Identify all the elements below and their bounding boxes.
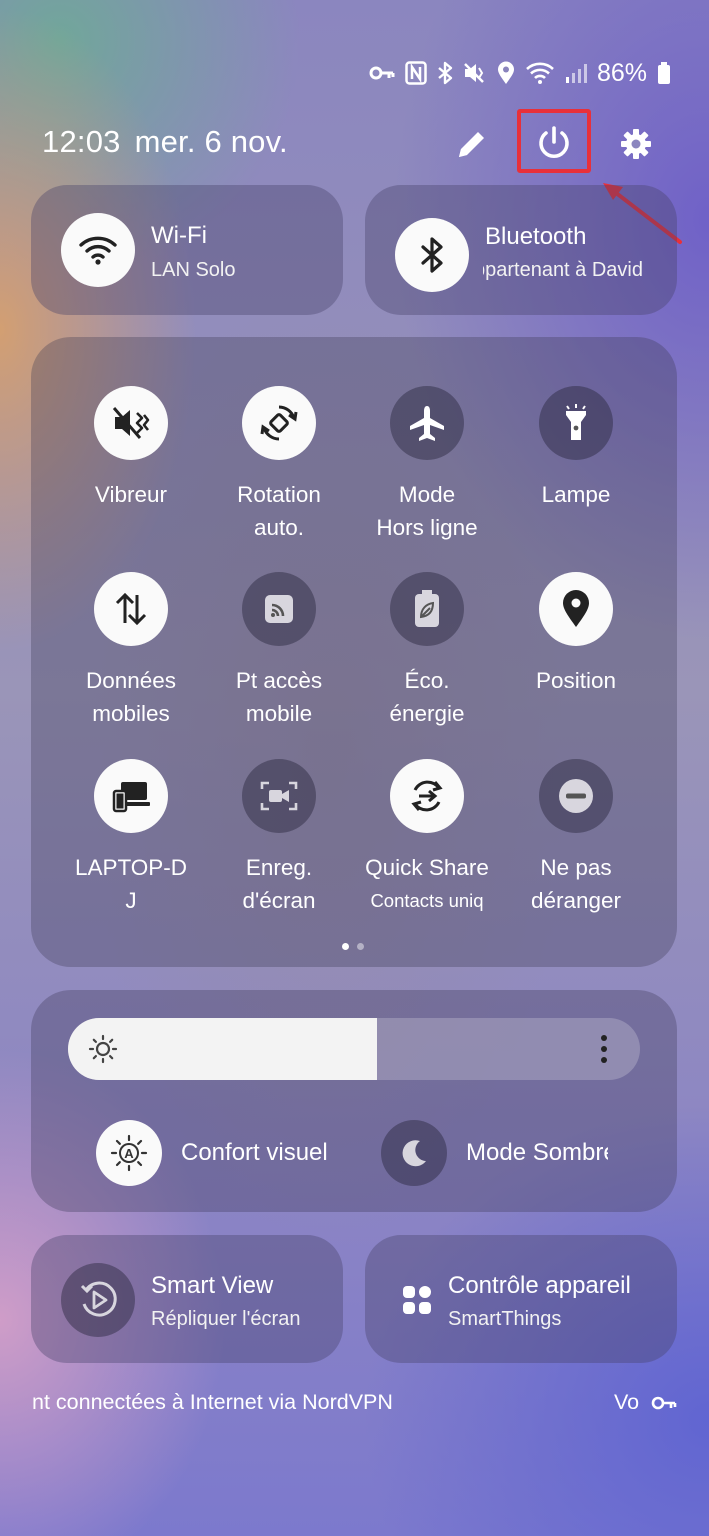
vibrate-toggle[interactable] — [94, 386, 168, 460]
device-control-subtitle: SmartThings — [448, 1308, 562, 1330]
date-time: 12:03 mer. 6 nov. — [42, 124, 288, 160]
qs-label: LAPTOP-D J — [74, 855, 188, 913]
power-button[interactable] — [528, 117, 580, 169]
dnd-toggle[interactable] — [539, 759, 613, 833]
smart-view-tile[interactable]: Smart View Répliquer l'écran — [31, 1235, 343, 1363]
dark-mode-label: Mode Sombre — [466, 1139, 608, 1166]
qs-label: Données mobiles — [85, 668, 177, 726]
dark-mode-toggle[interactable] — [381, 1120, 447, 1186]
brightness-slider[interactable] — [68, 1018, 640, 1080]
bluetooth-title: Bluetooth — [485, 223, 587, 250]
moon-icon — [402, 1140, 426, 1167]
flashlight-toggle[interactable] — [539, 386, 613, 460]
vpn-status-text: nt connectées à Internet via NordVPN — [32, 1390, 393, 1414]
eye-comfort-icon: A — [110, 1134, 148, 1172]
bluetooth-icon — [438, 61, 453, 85]
devices-toggle[interactable] — [94, 759, 168, 833]
device-control-title: Contrôle appareil — [448, 1272, 631, 1299]
vpn-key-icon — [369, 66, 395, 80]
quick-share-toggle[interactable] — [390, 759, 464, 833]
wifi-title: Wi-Fi — [151, 222, 207, 249]
display-panel: A Confort visuel Mode Sombre — [31, 990, 677, 1212]
svg-text:A: A — [124, 1146, 134, 1161]
gear-icon — [621, 129, 651, 159]
wifi-network: LAN Solo — [151, 259, 236, 281]
settings-button[interactable] — [610, 118, 662, 170]
wifi-tile[interactable]: Wi-Fi LAN Solo — [31, 185, 343, 315]
rotation-toggle[interactable] — [242, 386, 316, 460]
bluetooth-sub-clip: appartenant à David — [483, 259, 643, 287]
wifi-toggle[interactable] — [61, 213, 135, 287]
airplane-toggle[interactable] — [390, 386, 464, 460]
smart-view-title: Smart View — [151, 1272, 274, 1299]
bluetooth-device: appartenant à David — [483, 259, 643, 281]
hotspot-toggle[interactable] — [242, 572, 316, 646]
clock-time: 12:03 — [42, 124, 121, 159]
nfc-icon — [405, 61, 427, 85]
more-options-icon[interactable] — [598, 1034, 610, 1064]
battery-icon — [658, 62, 670, 84]
qs-label: Pt accès mobile — [235, 668, 323, 726]
mobile-data-toggle[interactable] — [94, 572, 168, 646]
power-icon — [539, 126, 569, 159]
smart-view-subtitle: Répliquer l'écran — [151, 1308, 301, 1330]
pencil-icon — [459, 132, 484, 157]
position-toggle[interactable] — [539, 572, 613, 646]
mobile-data-icon — [115, 592, 147, 626]
power-saving-icon — [415, 590, 439, 627]
qs-label: Position — [535, 668, 617, 693]
qs-label: Vibreur — [94, 482, 168, 507]
page-indicator — [342, 943, 364, 950]
smart-view-toggle[interactable] — [61, 1263, 135, 1337]
wifi-icon — [526, 62, 554, 84]
bluetooth-icon — [421, 237, 443, 273]
qs-label: Rotation auto. — [237, 482, 321, 540]
device-control-tile[interactable]: Contrôle appareil SmartThings — [365, 1235, 677, 1363]
page-dot[interactable] — [357, 943, 364, 950]
smart-view-icon — [80, 1281, 117, 1317]
qs-label: Ne pas déranger — [530, 855, 622, 913]
devices-icon — [112, 782, 150, 813]
eye-comfort-label: Confort visuel — [181, 1139, 328, 1166]
device-control-icon — [403, 1286, 431, 1314]
hotspot-icon — [265, 595, 293, 623]
wifi-icon — [79, 236, 117, 265]
do-not-disturb-icon — [559, 779, 593, 813]
qs-label: Lampe — [541, 482, 611, 507]
vibrate-icon — [112, 407, 150, 439]
location-pin-icon — [563, 590, 589, 627]
status-bar: 86% — [369, 55, 671, 91]
qs-label: Quick Share Contacts uniq — [365, 855, 489, 911]
location-icon — [497, 61, 514, 84]
signal-icon — [565, 64, 587, 83]
flashlight-icon — [566, 404, 586, 440]
quick-settings-panel: Vibreur Rotation auto. Mode Hors ligne Lam… — [31, 337, 677, 967]
screen-record-toggle[interactable] — [242, 759, 316, 833]
vpn-key-icon — [651, 1396, 677, 1410]
battery-percent: 86% — [596, 58, 647, 87]
mute-icon — [464, 63, 484, 83]
power-saving-toggle[interactable] — [390, 572, 464, 646]
edit-button[interactable] — [446, 118, 498, 170]
rotation-icon — [260, 405, 298, 441]
screen-record-icon — [260, 781, 298, 811]
quick-share-icon — [411, 780, 443, 812]
eye-comfort-toggle[interactable]: A — [96, 1120, 162, 1186]
bluetooth-toggle[interactable] — [395, 218, 469, 292]
vpn-right-text: Vo — [614, 1390, 640, 1414]
sun-icon — [88, 1034, 118, 1064]
airplane-icon — [410, 406, 444, 441]
clock-date: mer. 6 nov. — [134, 124, 288, 159]
qs-label: Mode Hors ligne — [376, 482, 478, 540]
qs-label: Enreg. d'écran — [242, 855, 316, 913]
qs-label: Éco. énergie — [389, 668, 465, 726]
page-dot[interactable] — [342, 943, 349, 950]
bluetooth-tile[interactable]: Bluetooth appartenant à David — [365, 185, 677, 315]
